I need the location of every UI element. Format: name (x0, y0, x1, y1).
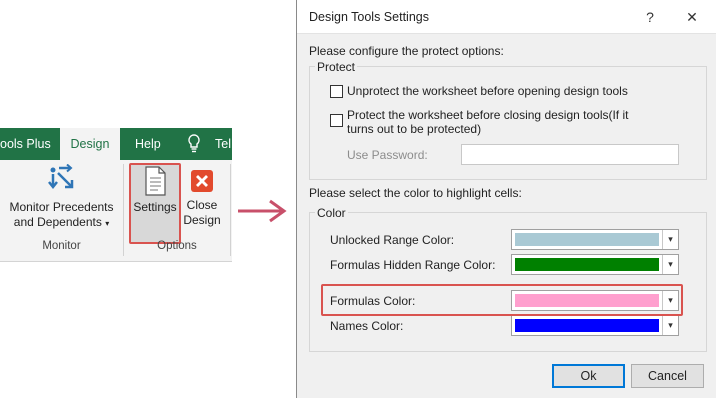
close-design-label-line1: Close (186, 198, 218, 212)
formulas-color-highlight (321, 284, 683, 316)
names-color-swatch (515, 319, 659, 332)
tab-tell-me[interactable]: Tel (215, 128, 235, 160)
group-separator (123, 164, 124, 256)
tab-help[interactable]: Help (135, 128, 165, 160)
tab-tools-plus[interactable]: ools Plus (0, 128, 58, 160)
close-design-button[interactable]: Close Design (180, 166, 224, 236)
protect-checkbox[interactable] (330, 114, 343, 127)
protect-intro-text: Please configure the protect options: (309, 44, 504, 58)
protect-label-line1: Protect the worksheet before closing des… (347, 108, 629, 122)
protect-label[interactable]: Protect the worksheet before closing des… (347, 108, 628, 136)
question-mark-icon[interactable]: ? (639, 6, 661, 28)
arrow-right-icon (238, 199, 287, 223)
group-label-options: Options (157, 240, 197, 252)
unprotect-checkbox[interactable] (330, 85, 343, 98)
document-icon (131, 166, 179, 200)
formulas-hidden-color-select[interactable]: ▾ (511, 254, 679, 275)
dialog-titlebar: Design Tools Settings ? ✕ (297, 0, 716, 34)
color-group-label: Color (315, 206, 348, 220)
close-icon[interactable]: ✕ (681, 6, 703, 28)
formulas-hidden-color-swatch (515, 258, 659, 271)
ok-button[interactable]: Ok (552, 364, 625, 388)
monitor-precedents-button[interactable]: Monitor Precedents and Dependents ▾ (4, 163, 119, 234)
dialog-title: Design Tools Settings (309, 10, 429, 24)
protect-group-label: Protect (315, 60, 358, 74)
tab-design[interactable]: Design (60, 128, 120, 160)
unlocked-color-label: Unlocked Range Color: (330, 233, 455, 247)
chevron-down-icon[interactable]: ▾ (662, 230, 678, 249)
names-color-select[interactable]: ▾ (511, 315, 679, 336)
dialog-footer: Ok Cancel (297, 358, 716, 398)
unlocked-color-select[interactable]: ▾ (511, 229, 679, 250)
password-label: Use Password: (347, 148, 428, 162)
monitor-button-label-line2: and Dependents ▾ (13, 215, 110, 229)
chevron-down-icon[interactable]: ▾ (662, 255, 678, 274)
cancel-button[interactable]: Cancel (631, 364, 704, 388)
monitor-button-label-line1: Monitor Precedents (9, 200, 114, 214)
protect-label-line2: turns out to be protected) (347, 122, 482, 136)
settings-button-label: Settings (133, 200, 177, 214)
chevron-down-icon: ▾ (105, 219, 110, 228)
formulas-hidden-color-label: Formulas Hidden Range Color: (330, 258, 496, 272)
excel-ribbon-fragment: ools Plus Design Help Tel Monitor Preced… (0, 128, 232, 262)
chevron-down-icon[interactable]: ▾ (662, 316, 678, 335)
group-label-monitor: Monitor (42, 240, 81, 252)
unlocked-color-swatch (515, 233, 659, 246)
names-color-label: Names Color: (330, 319, 404, 333)
settings-button[interactable]: Settings (131, 166, 179, 236)
close-design-label-line2: Design (183, 213, 221, 227)
red-x-icon (180, 166, 224, 198)
ribbon-body: Monitor Precedents and Dependents ▾ Moni… (0, 160, 232, 262)
group-separator (230, 164, 231, 256)
trace-arrows-icon (4, 163, 119, 200)
lightbulb-icon[interactable] (187, 128, 203, 160)
password-input[interactable] (461, 144, 679, 165)
unprotect-label[interactable]: Unprotect the worksheet before opening d… (347, 84, 628, 98)
color-intro-text: Please select the color to highlight cel… (309, 186, 522, 200)
design-tools-settings-dialog: Design Tools Settings ? ✕ Please configu… (296, 0, 716, 398)
ribbon-tab-bar: ools Plus Design Help Tel (0, 128, 232, 160)
